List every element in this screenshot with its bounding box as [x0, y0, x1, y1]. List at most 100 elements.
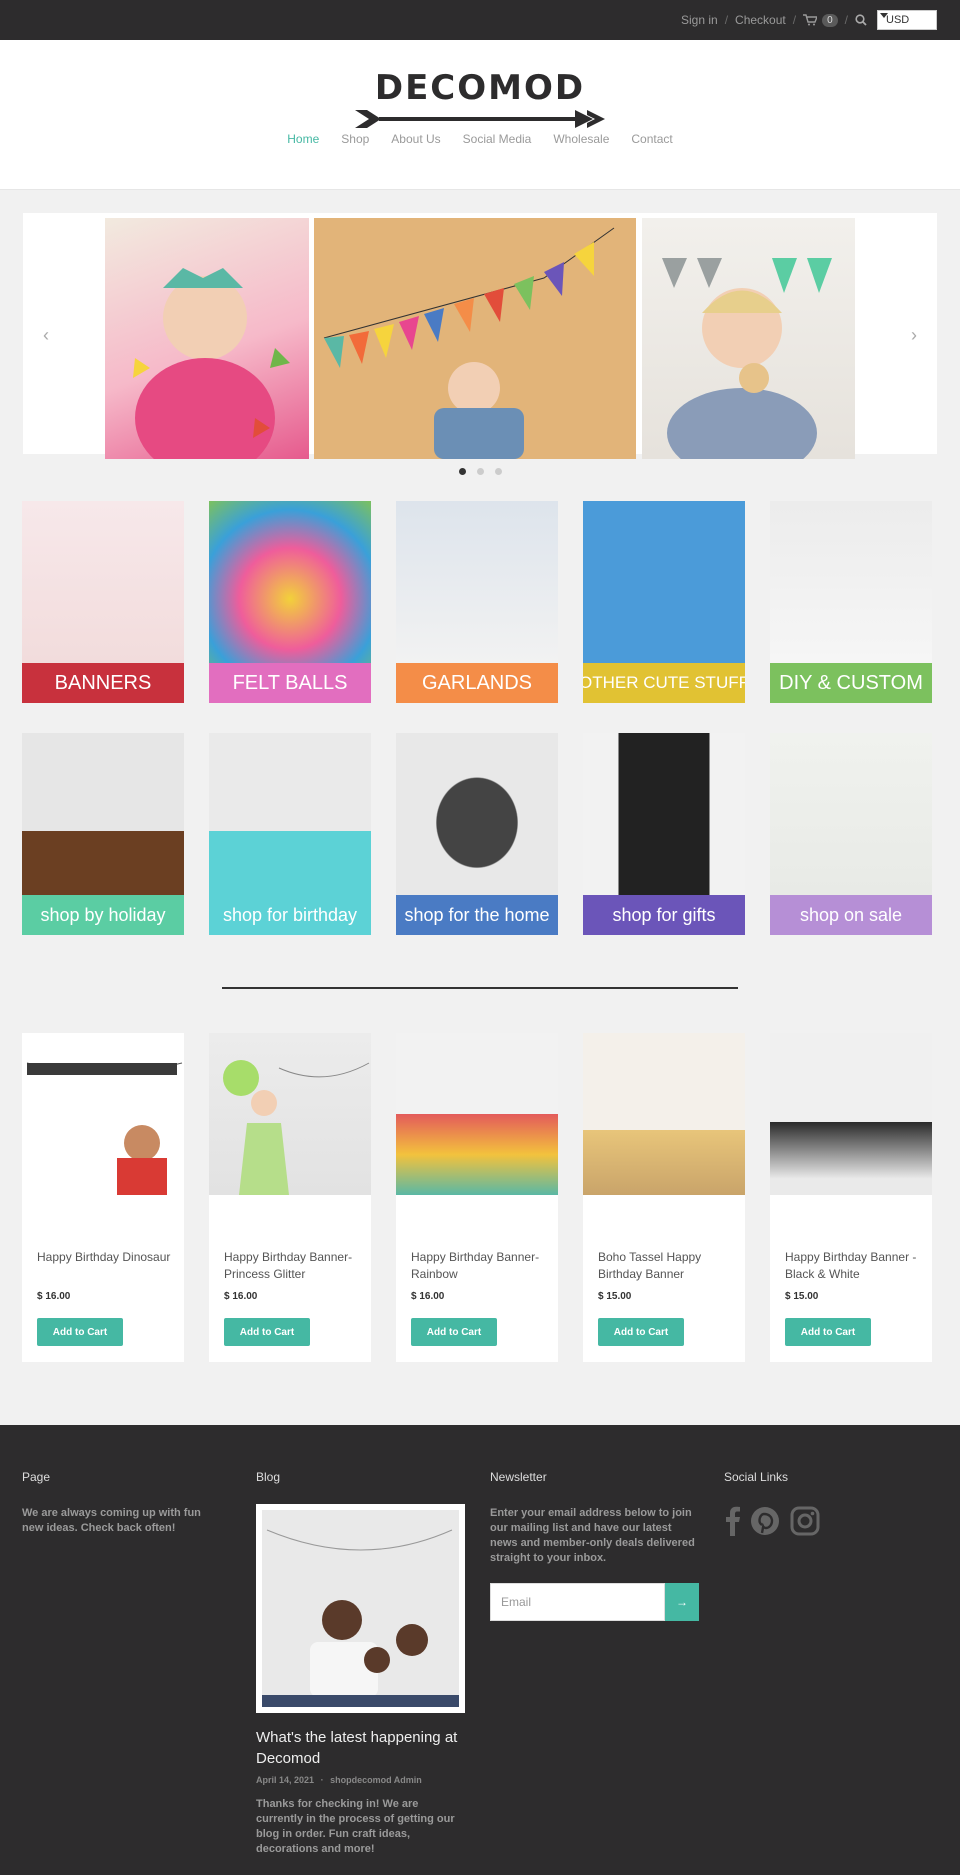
- product-image: [209, 1033, 371, 1195]
- pinterest-icon[interactable]: [750, 1506, 780, 1536]
- category-image: [209, 501, 371, 664]
- cart-icon: [803, 14, 818, 26]
- product-name[interactable]: Happy Birthday Banner - Black & White: [785, 1249, 925, 1283]
- hero-slide-image: [105, 218, 309, 478]
- add-to-cart-button[interactable]: Add to Cart: [224, 1318, 310, 1346]
- cart-link[interactable]: 0: [803, 13, 838, 27]
- newsletter-form: Email →: [490, 1583, 699, 1621]
- product-image: [583, 1033, 745, 1195]
- category-image: [583, 501, 745, 664]
- category-tile-other-cute-stuff[interactable]: OTHER CUTE STUFF: [583, 501, 745, 703]
- blog-post-author: shopdecomod Admin: [330, 1775, 422, 1785]
- add-to-cart-button[interactable]: Add to Cart: [785, 1318, 871, 1346]
- nav-social-media[interactable]: Social Media: [463, 132, 532, 146]
- slider-next-button[interactable]: ›: [911, 325, 917, 346]
- category-label: shop for the home: [396, 895, 558, 935]
- main-nav: Home Shop About Us Social Media Wholesal…: [0, 132, 960, 146]
- separator: ·: [320, 1775, 324, 1785]
- category-image: [770, 733, 932, 896]
- category-label: shop for birthday: [209, 895, 371, 935]
- site-footer: Page We are always coming up with fun ne…: [0, 1425, 960, 1875]
- category-label: shop for gifts: [583, 895, 745, 935]
- footer-newsletter-column: Newsletter Enter your email address belo…: [490, 1470, 700, 1621]
- blog-post-meta: April 14, 2021 · shopdecomod Admin: [256, 1775, 466, 1785]
- nav-wholesale[interactable]: Wholesale: [553, 132, 609, 146]
- category-image: [22, 501, 184, 664]
- product-name[interactable]: Happy Birthday Banner- Princess Glitter: [224, 1249, 364, 1283]
- category-label: DIY & CUSTOM: [770, 663, 932, 703]
- product-name[interactable]: Boho Tassel Happy Birthday Banner: [598, 1249, 738, 1283]
- nav-home[interactable]: Home: [287, 132, 319, 146]
- category-tile-gifts[interactable]: shop for gifts: [583, 733, 745, 935]
- category-tile-sale[interactable]: shop on sale: [770, 733, 932, 935]
- product-name[interactable]: Happy Birthday Banner- Rainbow: [411, 1249, 551, 1283]
- footer-page-text: We are always coming up with fun new ide…: [22, 1507, 201, 1534]
- nav-about-us[interactable]: About Us: [391, 132, 440, 146]
- product-image: [770, 1033, 932, 1195]
- product-grid: Happy Birthday Dinosaur $ 16.00 Add to C…: [22, 1033, 960, 1362]
- product-card[interactable]: Happy Birthday Banner- Rainbow $ 16.00 A…: [396, 1033, 558, 1362]
- category-label: FELT BALLS: [209, 663, 371, 703]
- category-tile-home[interactable]: shop for the home: [396, 733, 558, 935]
- slider-dot[interactable]: [458, 468, 466, 475]
- category-tile-banners[interactable]: BANNERS: [22, 501, 184, 703]
- email-field[interactable]: Email: [490, 1583, 665, 1621]
- category-tile-felt-balls[interactable]: FELT BALLS: [209, 501, 371, 703]
- separator: /: [844, 13, 848, 27]
- logo-arrow-icon: [355, 110, 605, 128]
- category-tile-birthday[interactable]: shop for birthday: [209, 733, 371, 935]
- top-bar: Sign in / Checkout / 0 / USD: [0, 0, 960, 40]
- blog-post-title[interactable]: What's the latest happening at Decomod: [256, 1727, 466, 1769]
- currency-select[interactable]: USD: [877, 10, 937, 30]
- subscribe-button[interactable]: →: [665, 1583, 699, 1621]
- product-card[interactable]: Happy Birthday Banner - Black & White $ …: [770, 1033, 932, 1362]
- category-label: shop on sale: [770, 895, 932, 935]
- category-tile-diy-custom[interactable]: DIY & CUSTOM: [770, 501, 932, 703]
- instagram-icon[interactable]: [790, 1506, 820, 1536]
- hero-slide-image: [314, 218, 636, 459]
- product-card[interactable]: Boho Tassel Happy Birthday Banner $ 15.0…: [583, 1033, 745, 1362]
- category-image: [22, 733, 184, 896]
- nav-contact[interactable]: Contact: [631, 132, 672, 146]
- category-image: [396, 501, 558, 664]
- category-tile-garlands[interactable]: GARLANDS: [396, 501, 558, 703]
- footer-blog-column: Blog What's the latest happening at Deco…: [256, 1470, 466, 1857]
- slider-dot[interactable]: [494, 468, 502, 475]
- category-label: GARLANDS: [396, 663, 558, 703]
- facebook-icon[interactable]: [724, 1506, 740, 1536]
- footer-heading: Newsletter: [490, 1470, 547, 1484]
- confetti-girl-image: [133, 268, 290, 478]
- product-name[interactable]: Happy Birthday Dinosaur: [37, 1249, 177, 1266]
- add-to-cart-button[interactable]: Add to Cart: [598, 1318, 684, 1346]
- category-image: [770, 501, 932, 664]
- separator: /: [792, 13, 797, 27]
- category-tile-holiday[interactable]: shop by holiday: [22, 733, 184, 935]
- nav-shop[interactable]: Shop: [341, 132, 369, 146]
- chevron-right-icon: ›: [911, 325, 917, 345]
- birthday-banner-image: [323, 227, 615, 459]
- sign-in-link[interactable]: Sign in: [681, 13, 718, 27]
- checkout-link[interactable]: Checkout: [735, 13, 786, 27]
- add-to-cart-button[interactable]: Add to Cart: [411, 1318, 497, 1346]
- product-price: $ 16.00: [224, 1291, 258, 1302]
- hero-slider: ‹ ›: [23, 213, 937, 478]
- footer-heading: Social Links: [724, 1470, 789, 1484]
- arrow-right-icon: →: [676, 1595, 688, 1609]
- site-header: DECOMOD Home Shop About Us Social Media …: [0, 40, 960, 190]
- product-price: $ 16.00: [37, 1291, 71, 1302]
- currency-value: USD: [886, 14, 910, 26]
- search-icon[interactable]: [855, 14, 867, 26]
- product-card[interactable]: Happy Birthday Dinosaur $ 16.00 Add to C…: [22, 1033, 184, 1362]
- slider-prev-button[interactable]: ‹: [43, 325, 49, 346]
- slider-dots: [0, 468, 960, 475]
- blog-photo: [262, 1510, 459, 1707]
- product-price: $ 16.00: [411, 1291, 445, 1302]
- blog-post-image[interactable]: [256, 1504, 465, 1713]
- cart-count-badge: 0: [822, 13, 838, 27]
- slider-dot[interactable]: [476, 468, 484, 475]
- add-to-cart-button[interactable]: Add to Cart: [37, 1318, 123, 1346]
- cupcake-girl-image: [662, 258, 832, 478]
- logo[interactable]: DECOMOD: [0, 40, 960, 132]
- category-image: [209, 733, 371, 896]
- product-card[interactable]: Happy Birthday Banner- Princess Glitter …: [209, 1033, 371, 1362]
